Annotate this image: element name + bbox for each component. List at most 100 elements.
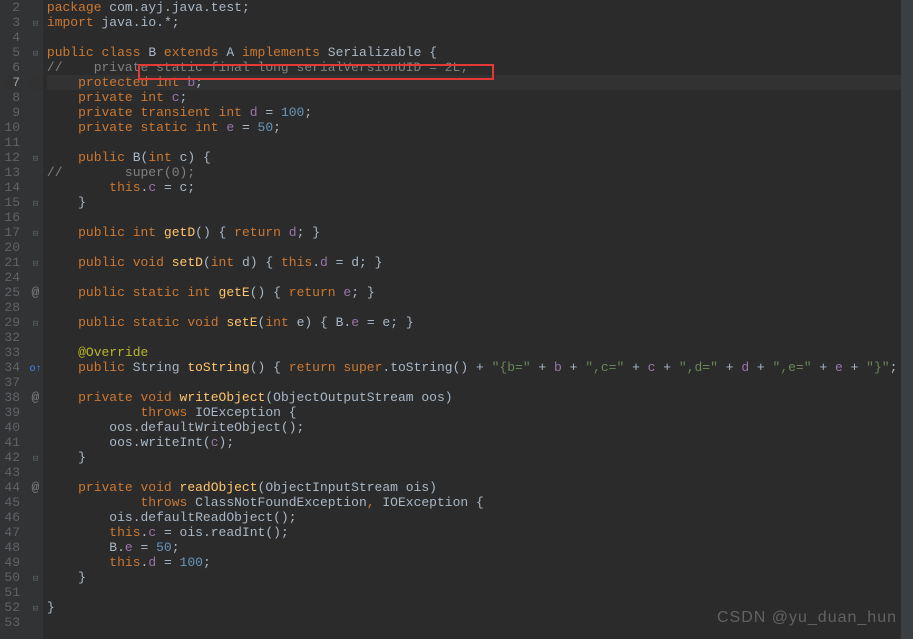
code-line[interactable]: public void setD(int d) { this.d = d; } (47, 255, 913, 270)
line-number: 51 (4, 585, 20, 600)
code-line[interactable] (47, 30, 913, 45)
code-line[interactable]: protected int b; (47, 75, 913, 90)
fold-marker (28, 615, 43, 630)
line-number: 34 (4, 360, 20, 375)
code-line[interactable]: this.c = c; (47, 180, 913, 195)
fold-marker (28, 405, 43, 420)
line-number: 48 (4, 540, 20, 555)
code-line[interactable]: throws ClassNotFoundException, IOExcepti… (47, 495, 913, 510)
code-line[interactable] (47, 135, 913, 150)
fold-marker (28, 210, 43, 225)
code-line[interactable] (47, 375, 913, 390)
line-number: 43 (4, 465, 20, 480)
fold-marker (28, 105, 43, 120)
fold-marker (28, 465, 43, 480)
line-number: 2 (4, 0, 20, 15)
fold-marker (28, 495, 43, 510)
fold-marker (28, 0, 43, 15)
code-line[interactable]: oos.defaultWriteObject(); (47, 420, 913, 435)
line-number: 4 (4, 30, 20, 45)
line-number: 5 (4, 45, 20, 60)
line-number: 39 (4, 405, 20, 420)
code-line[interactable]: // super(0); (47, 165, 913, 180)
code-line[interactable]: ois.defaultReadObject(); (47, 510, 913, 525)
fold-marker (28, 75, 43, 90)
code-editor[interactable]: 2345678910111213141516172021242528293233… (0, 0, 913, 639)
line-number: 15 (4, 195, 20, 210)
code-line[interactable]: @Override (47, 345, 913, 360)
line-number-gutter: 2345678910111213141516172021242528293233… (0, 0, 28, 639)
code-line[interactable]: } (47, 570, 913, 585)
code-line[interactable] (47, 300, 913, 315)
code-line[interactable]: } (47, 195, 913, 210)
code-line[interactable] (47, 240, 913, 255)
code-line[interactable] (47, 330, 913, 345)
fold-marker (28, 525, 43, 540)
fold-marker (28, 165, 43, 180)
code-line[interactable]: B.e = 50; (47, 540, 913, 555)
fold-marker[interactable]: ⊟ (28, 255, 43, 270)
fold-marker[interactable]: @ (28, 390, 43, 405)
fold-marker[interactable]: ⊟ (28, 600, 43, 615)
line-number: 10 (4, 120, 20, 135)
fold-marker (28, 375, 43, 390)
line-number: 11 (4, 135, 20, 150)
fold-marker (28, 60, 43, 75)
code-line[interactable]: private transient int d = 100; (47, 105, 913, 120)
code-line[interactable]: this.d = 100; (47, 555, 913, 570)
fold-marker (28, 330, 43, 345)
line-number: 28 (4, 300, 20, 315)
code-line[interactable]: public String toString() { return super.… (47, 360, 913, 375)
code-line[interactable]: package com.ayj.java.test; (47, 0, 913, 15)
code-line[interactable]: this.c = ois.readInt(); (47, 525, 913, 540)
line-number: 21 (4, 255, 20, 270)
fold-marker[interactable]: @ (28, 285, 43, 300)
fold-marker (28, 135, 43, 150)
code-line[interactable]: private void writeObject(ObjectOutputStr… (47, 390, 913, 405)
code-line[interactable]: public B(int c) { (47, 150, 913, 165)
code-line[interactable]: public class B extends A implements Seri… (47, 45, 913, 60)
fold-marker[interactable]: ⊟ (28, 195, 43, 210)
fold-marker[interactable]: ⊟ (28, 45, 43, 60)
fold-marker[interactable]: ⊟ (28, 150, 43, 165)
fold-gutter[interactable]: ⊟ ⊟ ⊟ ⊟ ⊟ ⊟ @ ⊟ o↑ @ ⊟ @ ⊟ ⊟ (28, 0, 43, 639)
fold-marker (28, 540, 43, 555)
line-number: 45 (4, 495, 20, 510)
code-line[interactable]: public int getD() { return d; } (47, 225, 913, 240)
code-line[interactable]: private static int e = 50; (47, 120, 913, 135)
line-number: 3 (4, 15, 20, 30)
fold-marker[interactable]: ⊟ (28, 15, 43, 30)
fold-marker (28, 510, 43, 525)
fold-marker[interactable]: @ (28, 480, 43, 495)
line-number: 13 (4, 165, 20, 180)
line-number: 47 (4, 525, 20, 540)
fold-marker[interactable]: o↑ (28, 360, 43, 375)
code-line[interactable]: oos.writeInt(c); (47, 435, 913, 450)
line-number: 49 (4, 555, 20, 570)
code-line[interactable] (47, 270, 913, 285)
code-area[interactable]: package com.ayj.java.test;import java.io… (43, 0, 913, 639)
fold-marker (28, 30, 43, 45)
line-number: 29 (4, 315, 20, 330)
code-line[interactable]: public static void setE(int e) { B.e = e… (47, 315, 913, 330)
code-line[interactable]: throws IOException { (47, 405, 913, 420)
code-line[interactable]: private int c; (47, 90, 913, 105)
fold-marker[interactable]: ⊟ (28, 225, 43, 240)
fold-marker (28, 120, 43, 135)
code-line[interactable]: import java.io.*; (47, 15, 913, 30)
code-line[interactable] (47, 585, 913, 600)
fold-marker[interactable]: ⊟ (28, 570, 43, 585)
code-line[interactable]: // private static final long serialVersi… (47, 60, 913, 75)
line-number: 46 (4, 510, 20, 525)
code-line[interactable]: } (47, 450, 913, 465)
vertical-scrollbar[interactable] (901, 0, 913, 639)
code-line[interactable]: public static int getE() { return e; } (47, 285, 913, 300)
code-line[interactable] (47, 465, 913, 480)
code-line[interactable] (47, 210, 913, 225)
line-number: 40 (4, 420, 20, 435)
fold-marker[interactable]: ⊟ (28, 315, 43, 330)
fold-marker[interactable]: ⊟ (28, 450, 43, 465)
code-line[interactable]: private void readObject(ObjectInputStrea… (47, 480, 913, 495)
line-number: 41 (4, 435, 20, 450)
fold-marker (28, 270, 43, 285)
